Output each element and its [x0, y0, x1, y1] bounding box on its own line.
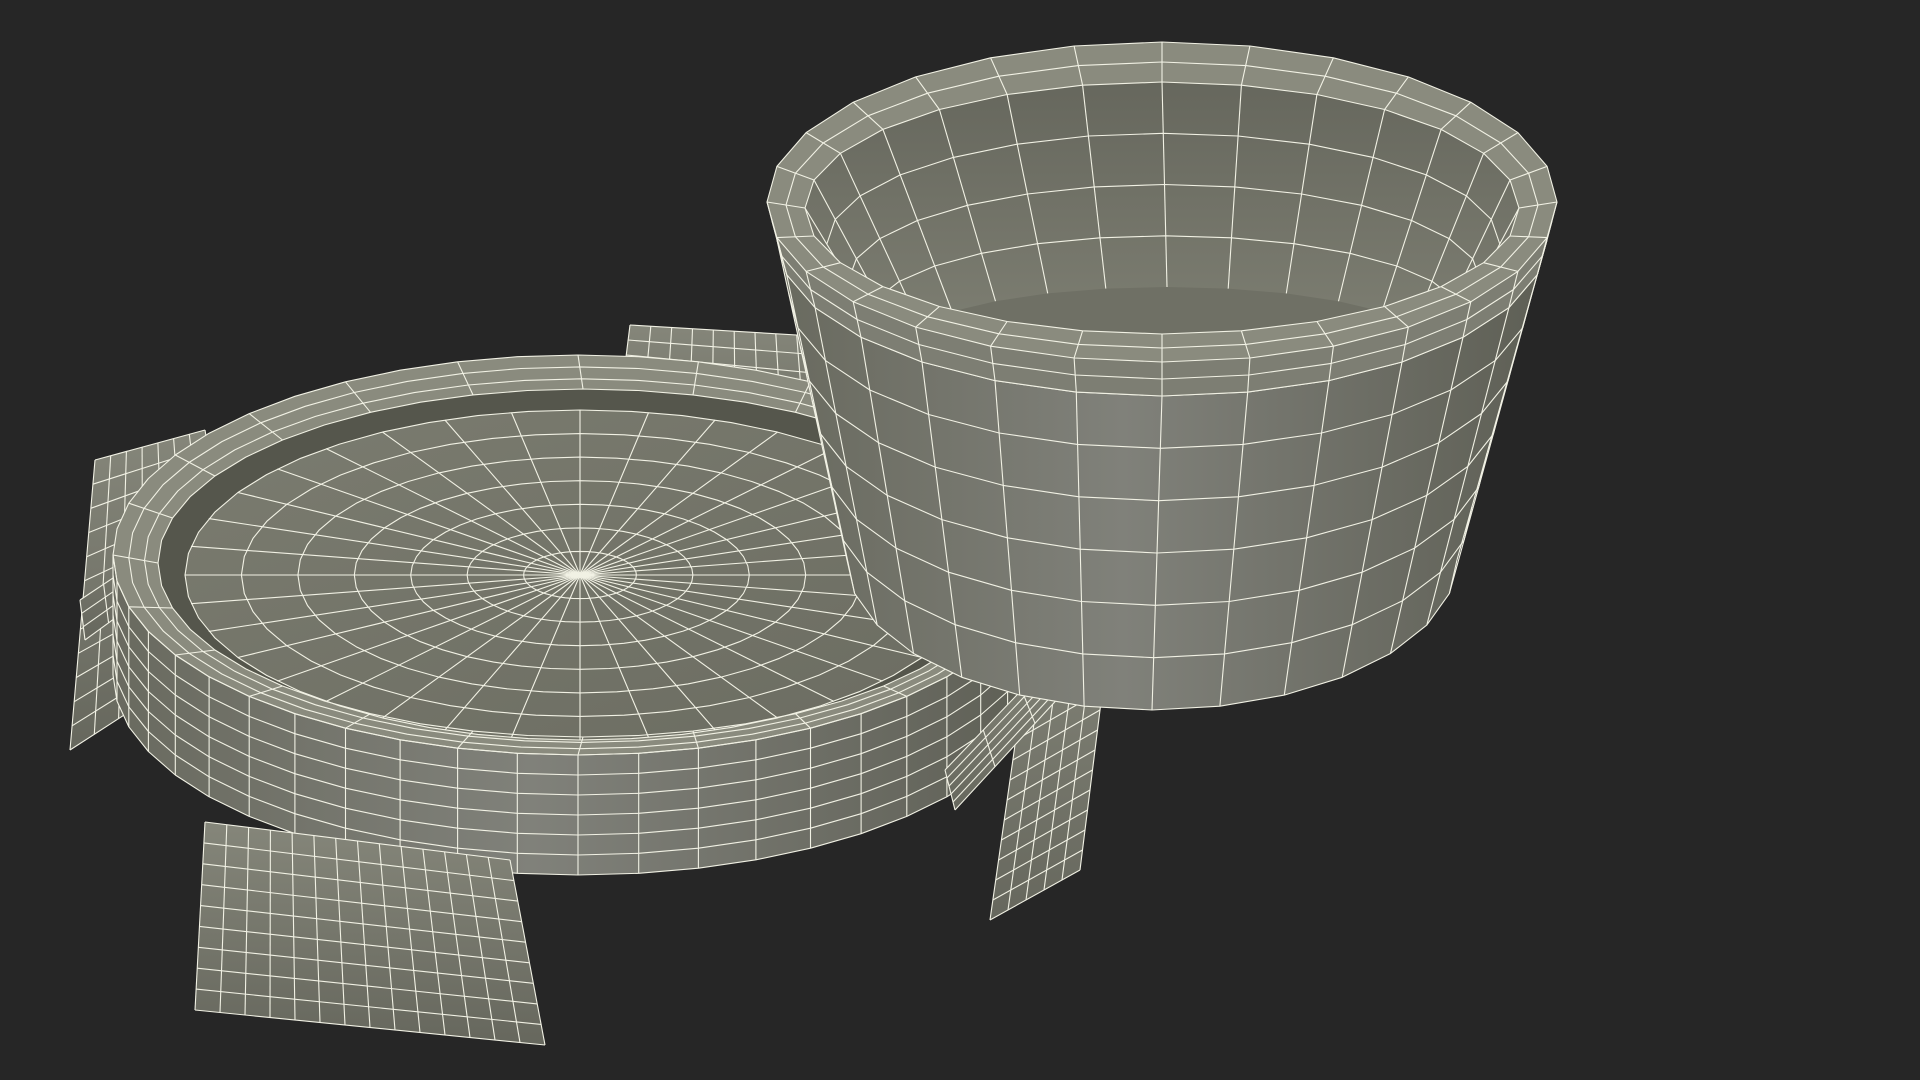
open-container-model: [766, 41, 1558, 711]
tray-base-pole: [577, 572, 583, 578]
viewport-3d: [69, 41, 1558, 1046]
